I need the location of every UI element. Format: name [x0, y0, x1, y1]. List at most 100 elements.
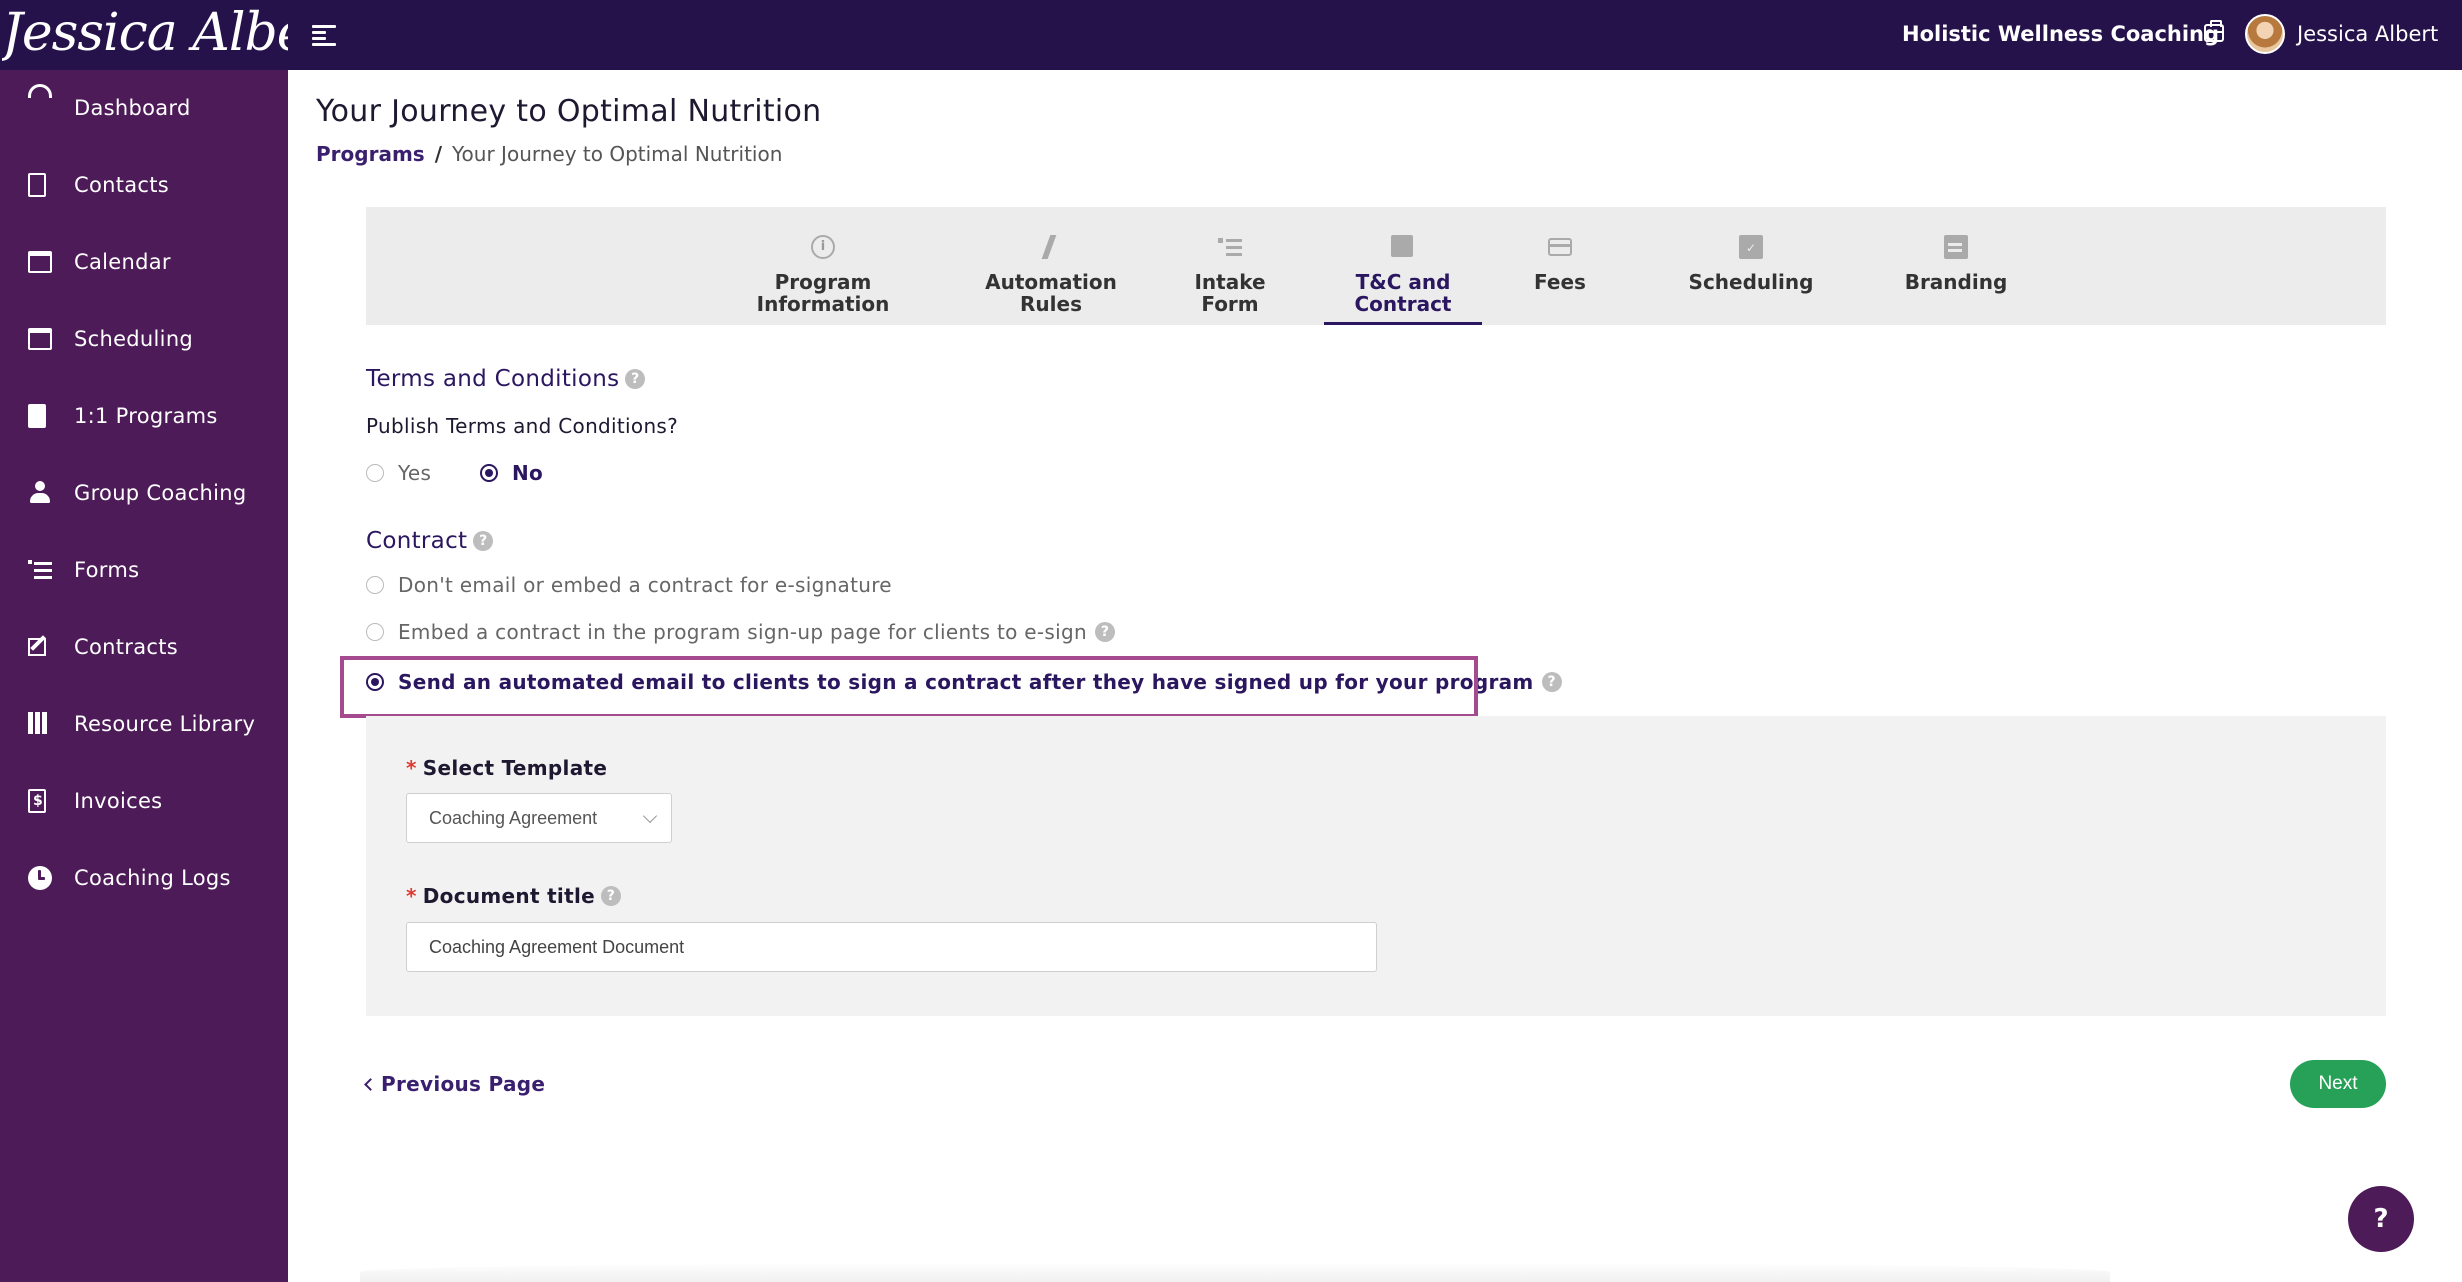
- tab-tc-and-contract[interactable]: T&C and Contract: [1324, 207, 1482, 325]
- sidebar-item-label: Coaching Logs: [74, 866, 231, 890]
- sidebar-item-label: Contacts: [74, 173, 170, 197]
- help-icon[interactable]: ?: [1541, 672, 1562, 692]
- card-icon: [1548, 238, 1572, 256]
- radio-circle[interactable]: [480, 464, 498, 482]
- breadcrumb-programs-link[interactable]: Programs: [316, 142, 425, 166]
- dashboard-icon: [28, 84, 52, 98]
- contract-option-embed-radio[interactable]: Embed a contract in the program sign-up …: [366, 620, 1115, 644]
- select-template-text: Select Template: [422, 756, 608, 780]
- sidebar-item-dashboard[interactable]: Dashboard: [0, 78, 288, 138]
- tab-scheduling[interactable]: Scheduling: [1672, 207, 1830, 325]
- branding-icon: [1944, 235, 1968, 259]
- tab-label: Program Information: [756, 270, 890, 316]
- required-mark: *: [406, 884, 417, 908]
- chevron-down-icon: [642, 808, 658, 824]
- help-icon[interactable]: ?: [625, 369, 646, 389]
- document-title-text: Document title: [422, 884, 595, 908]
- sidebar-item-programs[interactable]: 1:1 Programs: [0, 386, 288, 446]
- tab-label: Fees: [1534, 270, 1586, 294]
- publish-terms-label: Publish Terms and Conditions?: [366, 414, 679, 438]
- bolt-icon: [1039, 235, 1063, 259]
- clock-icon: [28, 866, 52, 890]
- template-select-value: Coaching Agreement: [429, 808, 598, 828]
- brand-logo[interactable]: Jessica Albert: [2, 0, 288, 70]
- radio-label: Don't email or embed a contract for e-si…: [398, 573, 892, 597]
- sidebar-item-label: 1:1 Programs: [74, 404, 218, 428]
- top-bar: Jessica Albert Holistic Wellness Coachin…: [0, 0, 2462, 70]
- sidebar-item-resource-library[interactable]: Resource Library: [0, 694, 288, 754]
- program-tabs: Program Information Automation Rules Int…: [366, 207, 2386, 325]
- help-icon[interactable]: ?: [600, 886, 621, 906]
- radio-circle[interactable]: [366, 576, 384, 594]
- terms-no-radio[interactable]: No: [480, 461, 543, 485]
- document-title-label: * Document title?: [406, 884, 621, 908]
- tab-branding[interactable]: Branding: [1888, 207, 2024, 325]
- required-mark: *: [406, 756, 417, 780]
- bottom-shadow: [360, 1262, 2110, 1282]
- scheduling-icon: [28, 328, 52, 350]
- sidebar-item-label: Scheduling: [74, 327, 194, 351]
- info-icon: [811, 235, 835, 259]
- sidebar-item-invoices[interactable]: Invoices: [0, 771, 288, 831]
- page-title: Your Journey to Optimal Nutrition: [316, 94, 822, 129]
- sidebar-item-coaching-logs[interactable]: Coaching Logs: [0, 848, 288, 908]
- radio-label: Yes: [398, 461, 432, 485]
- radio-label: Embed a contract in the program sign-up …: [398, 620, 1087, 644]
- briefcase-icon[interactable]: [2204, 20, 2224, 42]
- sidebar-item-label: Invoices: [74, 789, 163, 813]
- document-title-input[interactable]: [406, 922, 1377, 972]
- terms-yes-radio[interactable]: Yes: [366, 461, 431, 485]
- checklist-icon: [1218, 235, 1242, 259]
- sidebar-item-contracts[interactable]: Contracts: [0, 617, 288, 677]
- forms-icon: [28, 558, 52, 582]
- sidebar-item-label: Forms: [74, 558, 140, 582]
- sidebar-item-group-coaching[interactable]: Group Coaching: [0, 463, 288, 523]
- sidebar-item-contacts[interactable]: Contacts: [0, 155, 288, 215]
- breadcrumb: Programs / Your Journey to Optimal Nutriti…: [316, 142, 782, 166]
- business-name[interactable]: Holistic Wellness Coaching: [1902, 22, 2219, 46]
- terms-title-text: Terms and Conditions: [366, 366, 620, 392]
- radio-label: No: [512, 461, 544, 485]
- radio-circle[interactable]: [366, 623, 384, 641]
- help-icon[interactable]: ?: [473, 531, 494, 551]
- tab-label: T&C and Contract: [1354, 270, 1452, 316]
- radio-circle[interactable]: [366, 464, 384, 482]
- contract-title-text: Contract: [366, 528, 468, 554]
- tab-fees[interactable]: Fees: [1520, 207, 1600, 325]
- sidebar: Dashboard Contacts Calendar Scheduling 1…: [0, 70, 288, 1282]
- chevron-left-icon: [364, 1078, 377, 1091]
- previous-page-link[interactable]: Previous Page: [364, 1072, 545, 1096]
- sidebar-item-calendar[interactable]: Calendar: [0, 232, 288, 292]
- user-name[interactable]: Jessica Albert: [2297, 22, 2438, 46]
- invoice-icon: [28, 789, 46, 813]
- tab-label: Intake Form: [1194, 270, 1266, 316]
- contract-section-title: Contract?: [366, 528, 494, 554]
- sidebar-item-label: Resource Library: [74, 712, 256, 736]
- sidebar-item-label: Dashboard: [74, 96, 191, 120]
- contract-option-none-radio[interactable]: Don't email or embed a contract for e-si…: [366, 573, 892, 597]
- tab-program-information[interactable]: Program Information: [736, 207, 910, 325]
- selected-option-highlight: [340, 656, 1478, 718]
- tab-label: Automation Rules: [985, 270, 1117, 316]
- sidebar-item-scheduling[interactable]: Scheduling: [0, 309, 288, 369]
- tab-automation-rules[interactable]: Automation Rules: [966, 207, 1136, 325]
- breadcrumb-current: Your Journey to Optimal Nutrition: [452, 142, 783, 166]
- menu-toggle-icon[interactable]: [312, 22, 336, 48]
- terms-section-title: Terms and Conditions?: [366, 366, 646, 392]
- avatar[interactable]: [2245, 14, 2285, 54]
- tab-label: Scheduling: [1688, 270, 1814, 294]
- sidebar-item-forms[interactable]: Forms: [0, 540, 288, 600]
- tab-label: Branding: [1904, 270, 2008, 294]
- library-icon: [28, 712, 52, 736]
- book-icon: [28, 404, 46, 428]
- signature-icon: [1391, 235, 1413, 257]
- tab-intake-form[interactable]: Intake Form: [1180, 207, 1280, 325]
- calendar-icon: [28, 251, 52, 273]
- sidebar-item-label: Contracts: [74, 635, 178, 659]
- select-template-label: * Select Template: [406, 756, 607, 780]
- help-button[interactable]: ?: [2348, 1186, 2414, 1252]
- next-button[interactable]: Next: [2290, 1060, 2386, 1108]
- contracts-icon: [28, 638, 46, 656]
- help-icon[interactable]: ?: [1094, 622, 1115, 642]
- template-select[interactable]: Coaching Agreement: [406, 793, 672, 843]
